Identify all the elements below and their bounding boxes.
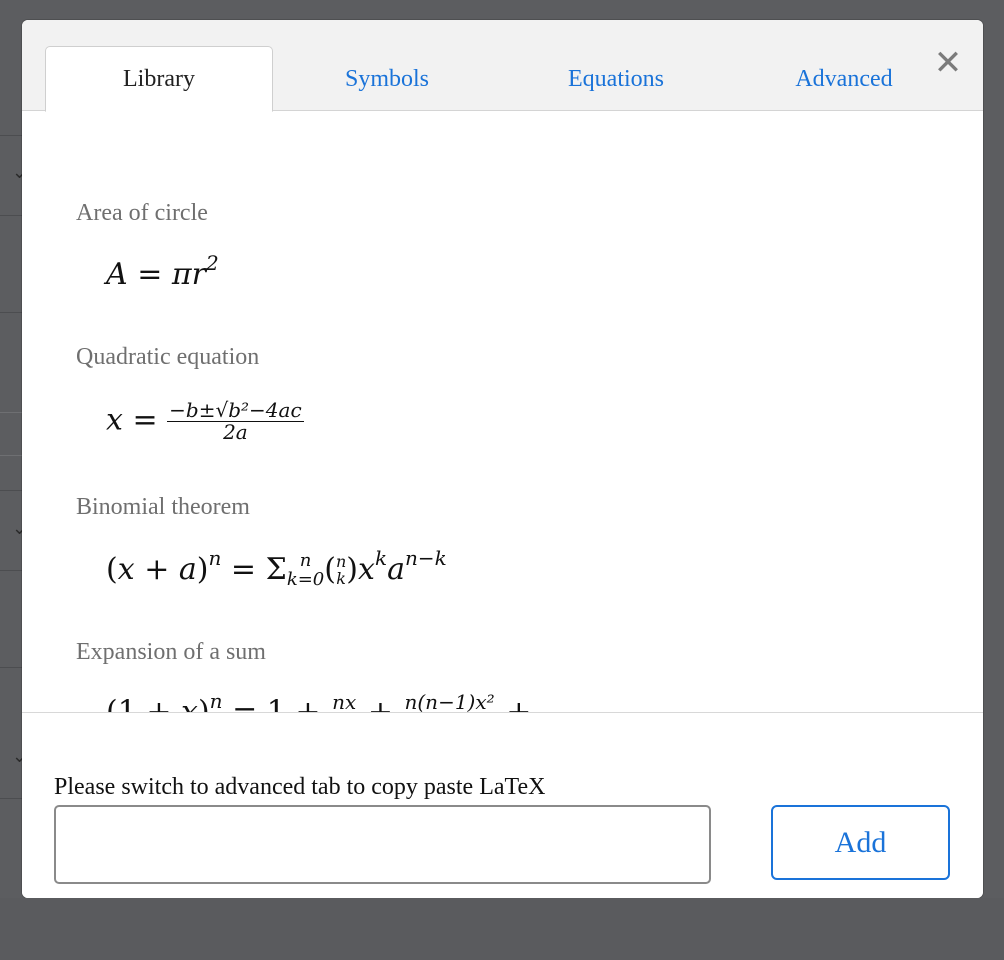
latex-input[interactable] [54, 805, 711, 884]
add-button[interactable]: Add [771, 805, 950, 880]
tab-symbols[interactable]: Symbols [273, 46, 501, 112]
formula-area-of-circle[interactable]: A = πr2 [106, 251, 219, 292]
close-icon[interactable]: ✕ [927, 42, 969, 84]
entry-title-quadratic-equation: Quadratic equation [76, 344, 260, 370]
tab-bar: Library Symbols Equations Advanced ✕ [22, 20, 983, 112]
latex-hint: Please switch to advanced tab to copy pa… [54, 774, 546, 800]
entry-title-binomial-theorem: Binomial theorem [76, 494, 250, 520]
entry-title-expansion-of-a-sum: Expansion of a sum [76, 639, 266, 665]
equation-dialog: Library Symbols Equations Advanced ✕ Are… [22, 20, 983, 898]
entry-title-area-of-circle: Area of circle [76, 200, 208, 226]
dialog-footer: Please switch to advanced tab to copy pa… [22, 714, 983, 898]
formula-quadratic-equation[interactable]: x = −b±√b²−4ac 2a [106, 400, 304, 443]
formula-binomial-theorem[interactable]: (x + a)n = Σn k=0(n k)xkan−k [106, 546, 447, 590]
tab-advanced[interactable]: Advanced [730, 46, 958, 112]
tab-library[interactable]: Library [45, 46, 273, 112]
library-panel[interactable]: Area of circle A = πr2 Quadratic equatio… [22, 112, 983, 713]
background-bottom-bar [0, 898, 1004, 960]
formula-expansion-of-a-sum[interactable]: (1 + x)n = 1 + nx1! + n(n−1)x²2! + [106, 689, 531, 713]
tab-equations[interactable]: Equations [502, 46, 730, 112]
background-field-fragment [0, 412, 24, 456]
